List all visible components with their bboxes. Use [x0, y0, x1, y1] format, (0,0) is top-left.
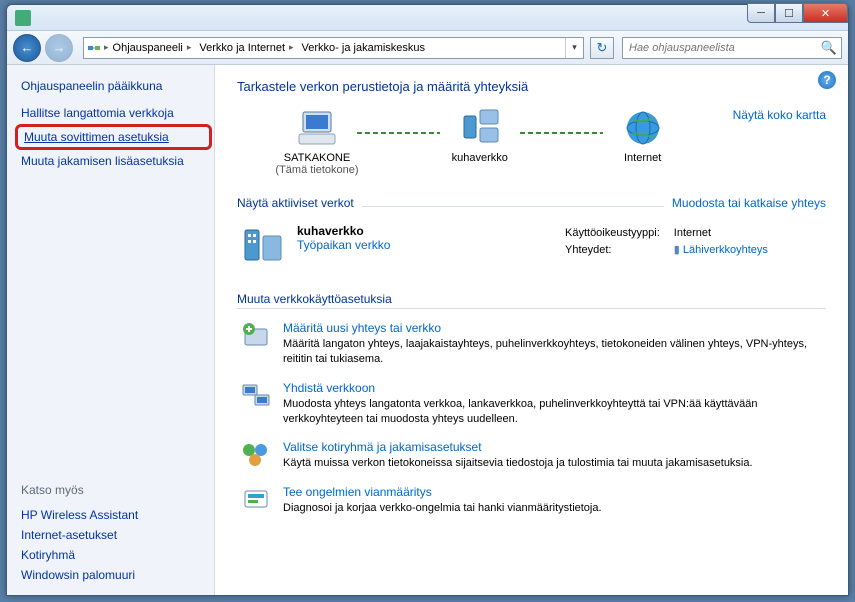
task-troubleshoot: Tee ongelmien vianmääritys Diagnosoi ja …	[237, 475, 826, 520]
refresh-button[interactable]: ↻	[590, 37, 614, 59]
search-input[interactable]	[623, 42, 817, 54]
see-also-section: Katso myös HP Wireless Assistant Interne…	[21, 483, 206, 585]
ethernet-icon: ▮	[674, 244, 680, 256]
task-desc: Diagnosoi ja korjaa verkko-ongelmia tai …	[283, 501, 822, 516]
troubleshoot-icon	[241, 485, 271, 513]
address-dropdown[interactable]: ▾	[565, 38, 583, 58]
task-title[interactable]: Määritä uusi yhteys tai verkko	[283, 321, 822, 335]
task-desc: Käytä muissa verkon tietokoneissa sijait…	[283, 456, 822, 471]
help-icon[interactable]: ?	[818, 71, 836, 89]
close-button[interactable]: ✕	[803, 3, 848, 23]
search-box[interactable]: 🔍	[622, 37, 842, 59]
map-node-internet[interactable]: Internet	[583, 108, 703, 176]
active-networks-heading: Näytä aktiiviset verkot Muodosta tai kat…	[237, 196, 826, 210]
task-homegroup: Valitse kotiryhmä ja jakamisasetukset Kä…	[237, 430, 826, 475]
see-also-hp-wireless[interactable]: HP Wireless Assistant	[21, 505, 206, 525]
sidebar: Ohjauspaneelin pääikkuna Hallitse langat…	[7, 65, 215, 595]
window-controls: ─ ☐ ✕	[747, 3, 848, 23]
map-node-label: kuhaverkko	[452, 152, 508, 164]
network-map: Näytä koko kartta SATKAKONE (Tämä tietok…	[237, 108, 826, 176]
connect-network-icon	[241, 381, 271, 409]
access-type-label: Käyttöoikeustyyppi:	[559, 226, 666, 240]
minimize-button[interactable]: ─	[747, 3, 775, 23]
active-network-item: kuhaverkko Työpaikan verkko Käyttöoikeus…	[237, 218, 826, 274]
task-new-connection: Määritä uusi yhteys tai verkko Määritä l…	[237, 311, 826, 371]
sidebar-link-adapter-settings[interactable]: Muuta sovittimen asetuksia	[24, 127, 203, 147]
task-title[interactable]: Tee ongelmien vianmääritys	[283, 485, 822, 499]
see-also-internet-options[interactable]: Internet-asetukset	[21, 525, 206, 545]
task-title[interactable]: Yhdistä verkkoon	[283, 381, 822, 395]
connect-disconnect-link[interactable]: Muodosta tai katkaise yhteys	[672, 196, 826, 210]
map-node-this-computer[interactable]: SATKAKONE (Tämä tietokone)	[257, 108, 377, 176]
map-node-network[interactable]: kuhaverkko	[420, 108, 540, 176]
client-area: Ohjauspaneelin pääikkuna Hallitse langat…	[7, 65, 848, 595]
nav-back-button[interactable]: ←	[13, 34, 41, 62]
task-desc: Muodosta yhteys langatonta verkkoa, lank…	[283, 397, 822, 427]
map-node-label: SATKAKONE	[284, 152, 350, 164]
new-connection-icon	[241, 321, 271, 349]
section-label: Näytä aktiiviset verkot	[237, 196, 354, 210]
network-devices-icon	[458, 108, 502, 148]
task-connect-network: Yhdistä verkkoon Muodosta yhteys langato…	[237, 371, 826, 431]
see-also-firewall[interactable]: Windowsin palomuuri	[21, 565, 206, 585]
task-desc: Määritä langaton yhteys, laajakaistayhte…	[283, 337, 822, 367]
breadcrumb-segment[interactable]: Ohjauspaneeli ▸	[109, 38, 196, 58]
network-type-link[interactable]: Työpaikan verkko	[297, 238, 557, 252]
maximize-button[interactable]: ☐	[775, 3, 803, 23]
app-icon	[15, 10, 31, 26]
connection-link[interactable]: Lähiverkkoyhteys	[683, 244, 768, 256]
sidebar-link-sharing[interactable]: Muuta jakamisen lisäasetuksia	[21, 151, 206, 171]
breadcrumb-label: Verkko ja Internet	[199, 42, 285, 54]
show-full-map-link[interactable]: Näytä koko kartta	[733, 108, 826, 122]
nav-toolbar: ← → ▸ Ohjauspaneeli ▸ Verkko ja Internet▸…	[7, 31, 848, 65]
sidebar-link-wireless[interactable]: Hallitse langattomia verkkoja	[21, 103, 206, 123]
breadcrumb-label: Verkko- ja jakamiskeskus	[302, 42, 426, 54]
sidebar-home-link[interactable]: Ohjauspaneelin pääikkuna	[21, 79, 206, 93]
search-icon[interactable]: 🔍	[817, 38, 841, 58]
window: ─ ☐ ✕ ← → ▸ Ohjauspaneeli ▸ Verkko ja Int…	[6, 4, 849, 596]
see-also-heading: Katso myös	[21, 483, 206, 497]
see-also-homegroup[interactable]: Kotiryhmä	[21, 545, 206, 565]
connections-label: Yhteydet:	[559, 242, 666, 257]
breadcrumb-label: Ohjauspaneeli	[113, 42, 183, 54]
network-name: kuhaverkko	[297, 224, 557, 238]
main-content: ? Tarkastele verkon perustietoja ja määr…	[215, 65, 848, 595]
nav-forward-button[interactable]: →	[45, 34, 73, 62]
breadcrumb-segment[interactable]: Verkko- ja jakamiskeskus	[298, 38, 430, 58]
page-title: Tarkastele verkon perustietoja ja määrit…	[237, 79, 826, 94]
map-node-label: Internet	[624, 152, 661, 164]
titlebar[interactable]: ─ ☐ ✕	[7, 5, 848, 31]
computer-icon	[295, 108, 339, 148]
access-type-value: Internet	[668, 226, 774, 240]
homegroup-icon	[241, 440, 271, 468]
internet-globe-icon	[621, 108, 665, 148]
chevron-right-icon: ▸	[187, 42, 192, 53]
work-network-icon	[241, 224, 285, 268]
chevron-right-icon: ▸	[289, 42, 294, 53]
breadcrumb-segment[interactable]: Verkko ja Internet ▸	[195, 38, 297, 58]
map-node-sublabel: (Tämä tietokone)	[275, 164, 358, 176]
task-title[interactable]: Valitse kotiryhmä ja jakamisasetukset	[283, 440, 822, 454]
address-bar[interactable]: ▸ Ohjauspaneeli ▸ Verkko ja Internet ▸ Ver…	[83, 37, 584, 59]
network-settings-heading: Muuta verkkokäyttöasetuksia	[237, 292, 826, 309]
highlight-box: Muuta sovittimen asetuksia	[15, 124, 212, 150]
network-center-icon	[84, 39, 104, 57]
